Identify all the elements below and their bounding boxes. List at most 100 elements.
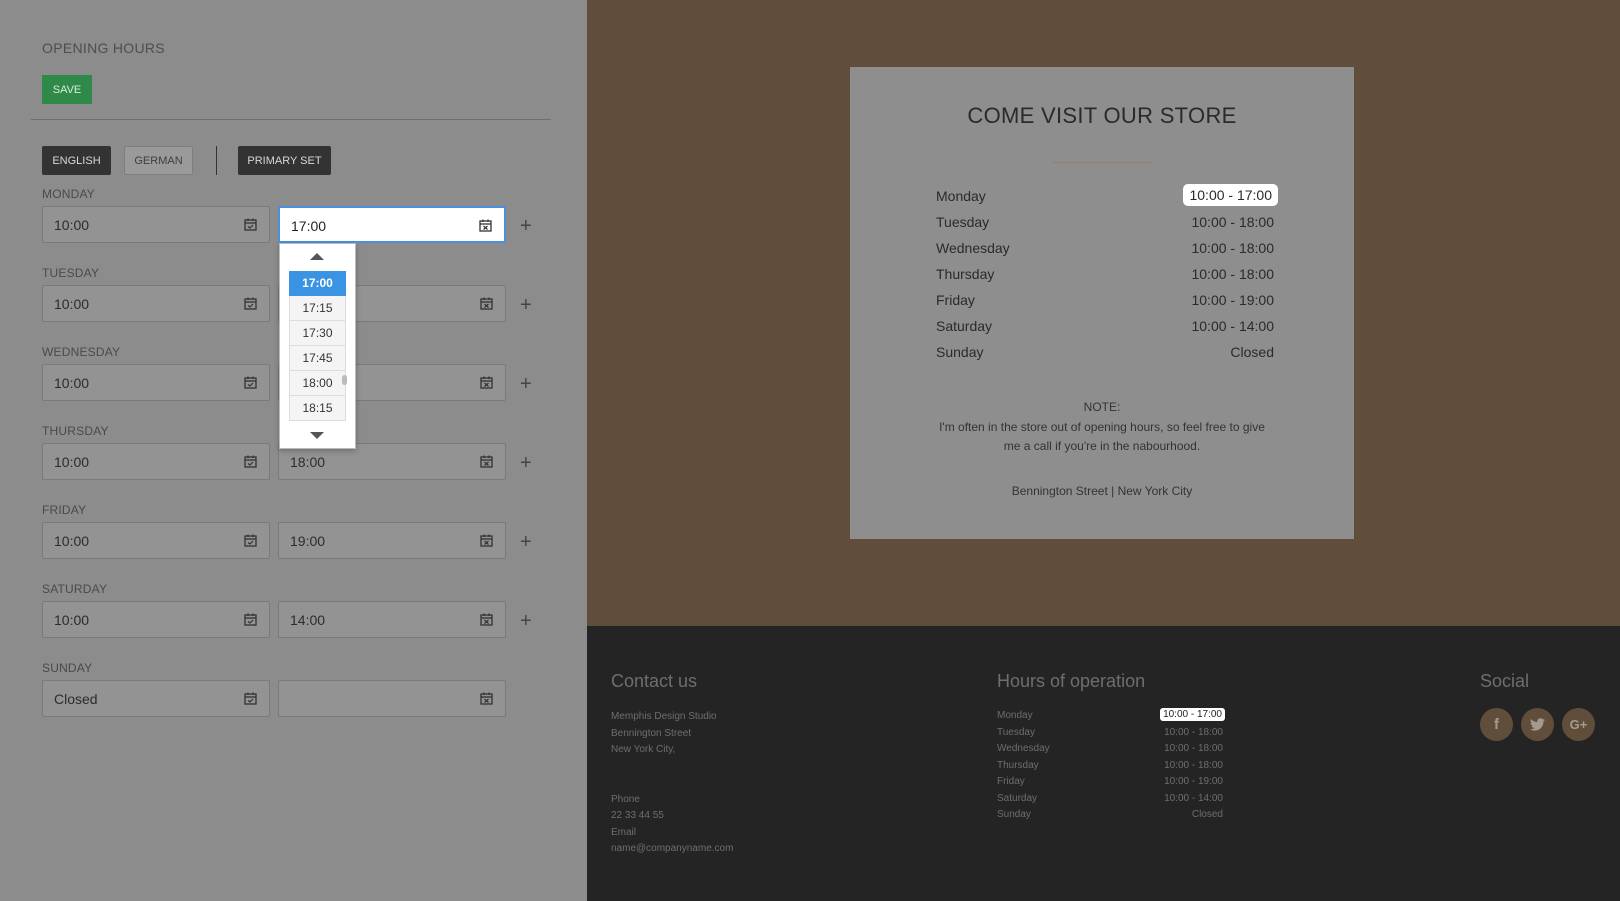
thursday-open-field[interactable]: 10:00	[42, 443, 270, 480]
opening-hours-editor: OPENING HOURS SAVE ENGLISH GERMAN PRIMAR…	[0, 0, 587, 901]
saturday-close-field[interactable]: 14:00	[278, 601, 506, 638]
calendar-icon[interactable]	[480, 534, 493, 547]
hours-day: Monday	[997, 710, 1033, 721]
contact-heading: Contact us	[611, 671, 698, 691]
time-option[interactable]: 17:45	[289, 346, 346, 371]
calendar-icon[interactable]	[244, 376, 257, 389]
hours-row: Saturday 10:00 - 14:00	[936, 314, 1274, 338]
note-text: I'm often in the store out of opening ho…	[930, 418, 1274, 456]
social-heading: Social	[1480, 671, 1530, 691]
sunday-open-field[interactable]: Closed	[42, 680, 270, 717]
monday-close-field[interactable]: 17:00	[278, 206, 506, 243]
calendar-icon[interactable]	[480, 376, 493, 389]
field-value: 14:00	[290, 612, 326, 628]
twitter-icon[interactable]	[1521, 708, 1554, 741]
scroll-down-icon[interactable]	[310, 432, 324, 439]
company-name: Memphis Design Studio	[611, 711, 717, 722]
scroll-up-icon[interactable]	[310, 253, 324, 260]
hours-day: Saturday	[936, 318, 993, 334]
footer-hours-row: Thursday 10:00 - 18:00	[997, 758, 1223, 774]
hours-day: Sunday	[997, 809, 1031, 820]
card-title: COME VISIT OUR STORE	[967, 103, 1237, 128]
calendar-icon[interactable]	[244, 613, 257, 626]
day-label-sunday: SUNDAY	[42, 661, 93, 675]
hours-time: 10:00 - 18:00	[1191, 240, 1274, 256]
city: New York City,	[611, 744, 676, 755]
panel-title: OPENING HOURS	[42, 40, 165, 56]
time-option[interactable]: 17:00	[289, 271, 346, 296]
time-option[interactable]: 17:30	[289, 321, 346, 346]
footer-hours-row: Tuesday 10:00 - 18:00	[997, 725, 1223, 741]
calendar-icon[interactable]	[244, 692, 257, 705]
calendar-icon[interactable]	[480, 613, 493, 626]
time-option[interactable]: 17:15	[289, 296, 346, 321]
calendar-icon[interactable]	[244, 534, 257, 547]
time-option[interactable]: 18:15	[289, 396, 346, 421]
primary-set-button[interactable]: PRIMARY SET	[238, 146, 331, 175]
day-label-saturday: SATURDAY	[42, 582, 108, 596]
google-plus-icon[interactable]: G+	[1562, 708, 1595, 741]
field-value: 10:00	[54, 296, 90, 312]
street: Bennington Street	[611, 727, 692, 739]
saturday-open-field[interactable]: 10:00	[42, 601, 270, 638]
hours-time: 10:00 - 19:00	[1164, 776, 1223, 787]
add-period-button[interactable]: +	[520, 532, 532, 552]
field-value: 10:00	[54, 612, 90, 628]
hours-time: Closed	[1191, 809, 1223, 820]
add-period-button[interactable]: +	[520, 216, 532, 236]
day-label-wednesday: WEDNESDAY	[42, 345, 121, 359]
friday-close-field[interactable]: 19:00	[278, 522, 506, 559]
hours-day: Monday	[936, 188, 986, 204]
hours-heading: Hours of operation	[997, 671, 1146, 691]
phone-value: 22 33 44 55	[611, 810, 664, 821]
divider	[1052, 162, 1152, 163]
divider	[216, 146, 217, 175]
calendar-icon[interactable]	[244, 455, 257, 468]
friday-open-field[interactable]: 10:00	[42, 522, 270, 559]
add-period-button[interactable]: +	[520, 374, 532, 394]
add-period-button[interactable]: +	[520, 453, 532, 473]
tuesday-open-field[interactable]: 10:00	[42, 285, 270, 322]
footer-hours-row: Wednesday 10:00 - 18:00	[997, 741, 1223, 757]
sunday-close-field[interactable]	[278, 680, 506, 717]
hours-time: 10:00 - 18:00	[1164, 743, 1223, 754]
field-value: 10:00	[54, 375, 90, 391]
tab-english[interactable]: ENGLISH	[42, 146, 111, 175]
facebook-icon[interactable]: f	[1480, 708, 1513, 741]
hours-time: 10:00 - 14:00	[1191, 318, 1274, 334]
site-footer: Contact us Memphis Design Studio Benning…	[587, 626, 1620, 901]
add-period-button[interactable]: +	[520, 295, 532, 315]
tab-german[interactable]: GERMAN	[124, 146, 193, 175]
calendar-icon[interactable]	[244, 218, 257, 231]
hours-time: 10:00 - 17:00	[1183, 184, 1278, 206]
footer-hours-row: Saturday 10:00 - 14:00	[997, 791, 1223, 807]
calendar-icon[interactable]	[479, 219, 492, 232]
hours-time: 10:00 - 18:00	[1164, 726, 1223, 738]
hours-row: Thursday 10:00 - 18:00	[936, 262, 1274, 286]
time-option[interactable]: 18:00	[289, 371, 346, 396]
hours-day: Thursday	[997, 759, 1039, 771]
day-label-friday: FRIDAY	[42, 503, 87, 517]
email-link[interactable]: name@companyname.com	[611, 841, 733, 858]
calendar-icon[interactable]	[244, 297, 257, 310]
calendar-icon[interactable]	[480, 692, 493, 705]
store-hours-card: COME VISIT OUR STORE Monday 10:00 - 17:0…	[850, 67, 1354, 539]
note-line: I'm often in the store out of opening ho…	[939, 420, 1265, 434]
save-button[interactable]: SAVE	[42, 75, 92, 104]
field-value: 18:00	[290, 454, 326, 470]
field-value: 17:00	[291, 218, 327, 234]
day-label-monday: MONDAY	[42, 187, 95, 201]
monday-open-field[interactable]: 10:00	[42, 206, 270, 243]
scrollbar-thumb[interactable]	[342, 375, 347, 385]
wednesday-open-field[interactable]: 10:00	[42, 364, 270, 401]
email-label: Email	[611, 826, 637, 838]
calendar-icon[interactable]	[480, 455, 493, 468]
field-value: Closed	[54, 691, 98, 707]
hours-time: 10:00 - 18:00	[1164, 759, 1223, 771]
add-period-button[interactable]: +	[520, 611, 532, 631]
hours-time: 10:00 - 18:00	[1191, 266, 1274, 282]
field-value: 10:00	[54, 533, 90, 549]
hours-day: Tuesday	[936, 214, 990, 230]
calendar-icon[interactable]	[480, 297, 493, 310]
field-value: 10:00	[54, 217, 90, 233]
